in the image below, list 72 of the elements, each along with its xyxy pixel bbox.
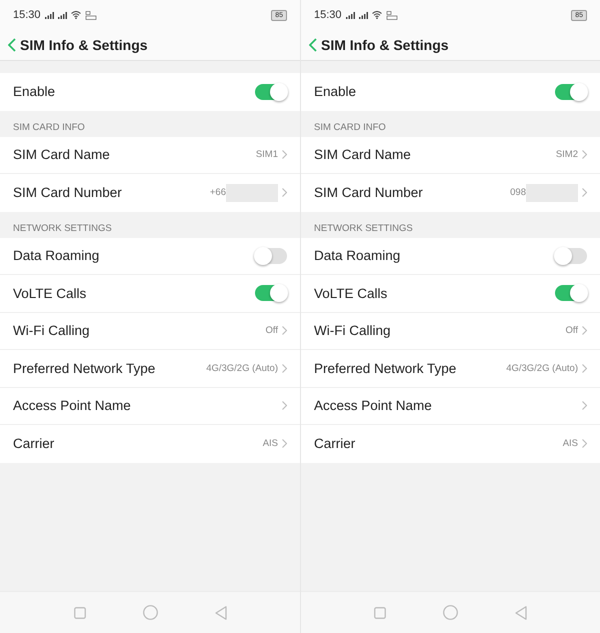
back-icon[interactable] [514, 606, 527, 620]
status-time: 15:30 [13, 9, 41, 21]
row-value: 4G/3G/2G (Auto) [506, 362, 578, 374]
signal-icon [44, 12, 54, 18]
page-title: SIM Info & Settings [20, 37, 148, 53]
section-header: NETWORK SETTINGS [13, 222, 112, 234]
section-header: SIM CARD INFO [13, 122, 85, 132]
chevron-icon [582, 401, 587, 410]
page-title: SIM Info & Settings [321, 37, 449, 53]
home-icon[interactable] [142, 605, 158, 620]
row-label: SIM Card Number [314, 185, 424, 200]
wifi-icon [70, 11, 81, 19]
row-value: 4G/3G/2G (Auto) [206, 362, 278, 374]
signal-icon [346, 12, 355, 18]
row-label: Enable [13, 84, 56, 100]
chevron-icon [582, 364, 587, 373]
back-icon[interactable] [309, 38, 317, 52]
toggle-switch[interactable] [555, 285, 587, 302]
row-value: SIM2 [556, 149, 578, 160]
chevron-icon [282, 188, 287, 198]
row-value: Off [566, 325, 578, 336]
home-icon[interactable] [442, 605, 458, 620]
row-label: Wi-Fi Calling [314, 323, 392, 338]
recents-icon[interactable] [374, 606, 386, 618]
chevron-icon [282, 150, 287, 160]
row-label: Access Point Name [314, 398, 433, 414]
row-label: Access Point Name [13, 398, 132, 414]
section-header: SIM CARD INFO [314, 122, 386, 132]
row-label: Enable [314, 84, 358, 100]
row-value: AIS [262, 438, 278, 450]
back-icon[interactable] [214, 606, 226, 620]
row-label: Preferred Network Type [314, 360, 458, 376]
toggle-switch[interactable] [555, 248, 587, 264]
row-value: SIM1 [256, 149, 278, 160]
chevron-icon [582, 326, 587, 336]
toggle-switch[interactable] [555, 84, 587, 100]
row-label: SIM Card Name [314, 147, 412, 162]
toggle-switch[interactable] [255, 285, 287, 302]
row-value: AIS [562, 438, 578, 450]
settings-row[interactable]: Wi-Fi Calling Off [0, 312, 300, 350]
settings-row[interactable]: Wi-Fi Calling Off [301, 312, 600, 350]
chevron-icon [582, 439, 587, 448]
toggle-switch[interactable] [255, 248, 287, 264]
signal-icon [58, 12, 67, 18]
row-label: Carrier [314, 436, 356, 452]
row-label: Carrier [13, 436, 56, 452]
row-label: Data Roaming [13, 248, 100, 264]
row-value: 098 [510, 187, 526, 198]
chevron-icon [282, 401, 287, 410]
row-label: SIM Card Name [13, 147, 111, 162]
toggle-switch[interactable] [255, 84, 287, 100]
chevron-icon [582, 188, 587, 198]
chevron-icon [582, 150, 587, 160]
row-label: Data Roaming [314, 248, 402, 264]
row-label: Wi-Fi Calling [13, 323, 91, 338]
row-value: Off [266, 325, 278, 336]
chevron-icon [282, 439, 287, 448]
section-header: NETWORK SETTINGS [314, 222, 413, 234]
recents-icon[interactable] [74, 606, 86, 618]
wifi-icon [372, 11, 382, 19]
row-label: SIM Card Number [13, 185, 123, 200]
row-label: VoLTE Calls [13, 286, 88, 301]
signal-icon [358, 12, 368, 18]
settings-row[interactable]: Access Point Name [0, 388, 300, 425]
row-label: VoLTE Calls [314, 286, 388, 301]
settings-row[interactable]: Access Point Name [301, 388, 600, 425]
status-time: 15:30 [314, 9, 342, 21]
chevron-icon [282, 326, 287, 336]
row-label: Preferred Network Type [13, 360, 156, 376]
chevron-icon [282, 364, 287, 373]
row-value: +66 [210, 187, 226, 198]
back-icon[interactable] [8, 38, 16, 52]
